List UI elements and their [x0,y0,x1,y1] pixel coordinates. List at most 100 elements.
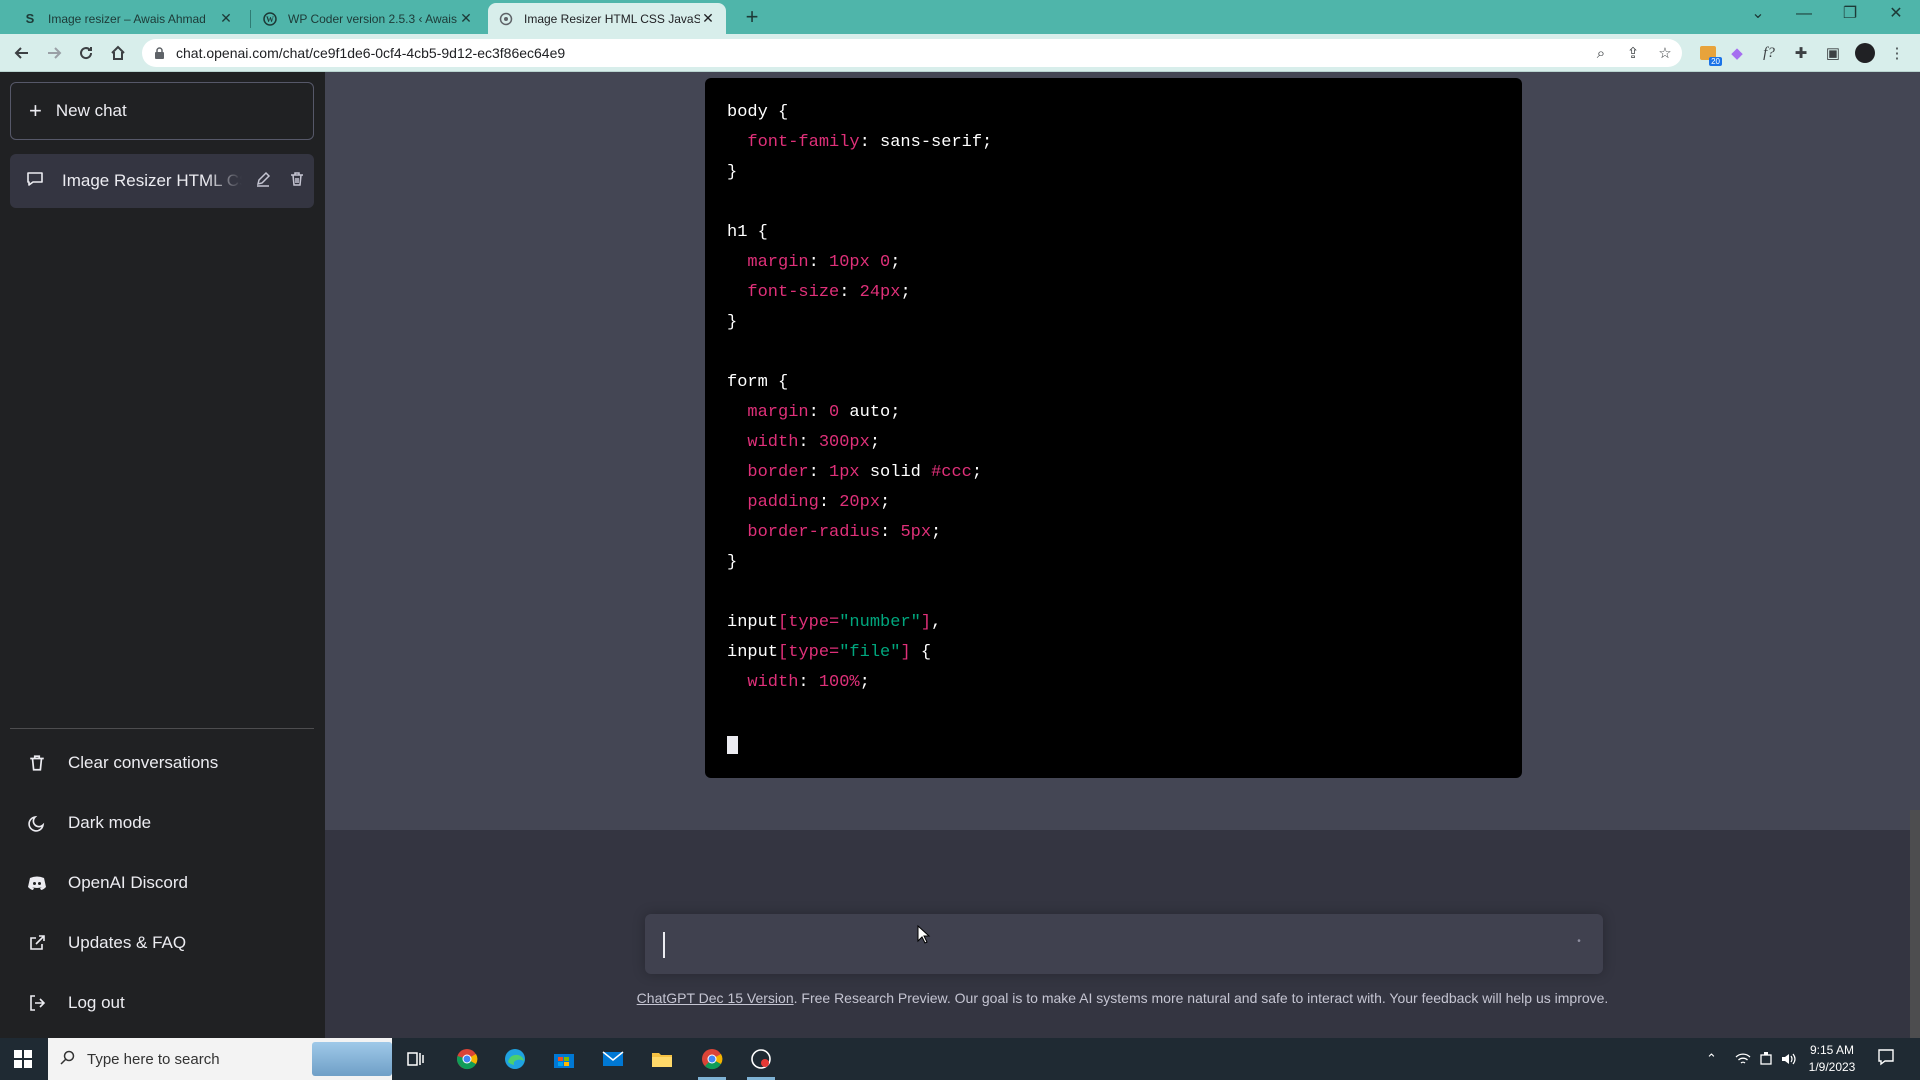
sidebar-divider [10,728,314,729]
code-line: width: 300px; [747,433,881,452]
dark-mode-button[interactable]: Dark mode [10,798,314,848]
chat-main: body { font-family: sans-serif; } h1 { m… [325,72,1920,1038]
chat-bubble-icon [26,170,44,193]
updates-faq-label: Updates & FAQ [68,933,187,952]
share-icon[interactable]: ⇪ [1622,42,1644,64]
extensions-puzzle-icon[interactable]: ✚ [1790,42,1812,64]
trash-icon [26,754,48,772]
tab-title: Image resizer – Awais Ahmad [48,11,206,26]
updates-faq-link[interactable]: Updates & FAQ [10,918,314,968]
browser-tab-strip: S Image resizer – Awais Ahmad ✕ W WP Cod… [0,0,1920,34]
zoom-icon[interactable]: ⌕ [1590,42,1612,64]
close-window-icon[interactable]: ✕ [1874,0,1918,30]
close-tab-icon[interactable]: ✕ [700,10,716,27]
profile-avatar-icon[interactable] [1854,42,1876,64]
log-out-button[interactable]: Log out [10,978,314,1028]
code-line: width: 100%; [747,673,870,692]
tray-chevron-icon[interactable]: ⌃ [1706,1038,1717,1080]
footer-text: . Free Research Preview. Our goal is to … [793,990,1609,1006]
task-view-icon[interactable] [392,1038,440,1080]
site-favicon-icon: S [25,11,35,26]
wordpress-icon: W [262,11,278,27]
screen-recorder-icon[interactable] [737,1038,785,1080]
taskbar-clock[interactable]: 9:15 AM 1/9/2023 [1804,1042,1860,1076]
close-tab-icon[interactable]: ✕ [458,10,474,27]
volume-icon[interactable] [1781,1038,1797,1080]
edge-icon[interactable] [491,1038,539,1080]
extension-gem-icon[interactable]: ◆ [1726,42,1748,64]
chat-title: Image Resizer HTML CSS JavaScript [62,171,242,190]
code-line: input[type="number"], [727,613,942,632]
new-chat-button[interactable]: + New chat [10,82,314,140]
code-line: input[type="file"] { [727,643,932,662]
code-block: body { font-family: sans-serif; } h1 { m… [705,78,1522,778]
clear-conversations-button[interactable]: Clear conversations [10,738,314,788]
code-line: } [727,313,738,332]
chat-history-item[interactable]: Image Resizer HTML CSS JavaScript [10,154,314,208]
browser-tab[interactable]: W WP Coder version 2.5.3 ‹ Awais A ✕ [252,3,484,34]
mouse-pointer-icon [917,924,931,950]
delete-icon[interactable] [284,171,310,192]
power-icon[interactable] [1758,1038,1774,1080]
chrome-icon[interactable] [443,1038,491,1080]
extension-badge-icon[interactable]: 20 [1697,42,1722,66]
svg-text:W: W [266,15,274,24]
close-tab-icon[interactable]: ✕ [218,10,234,27]
code-line: } [727,163,738,182]
send-icon[interactable]: • [1571,936,1587,952]
browser-menu-icon[interactable]: ⋮ [1886,42,1908,64]
code-line: h1 { [727,223,768,242]
code-line: padding: 20px; [747,493,891,512]
log-out-label: Log out [68,993,125,1012]
network-icon[interactable] [1735,1038,1751,1080]
address-bar[interactable]: chat.openai.com/chat/ce9f1de6-0cf4-4cb5-… [142,39,1682,67]
openai-discord-label: OpenAI Discord [68,873,188,892]
reload-icon[interactable] [72,39,100,67]
mail-icon[interactable] [589,1038,637,1080]
browser-tab[interactable]: S Image resizer – Awais Ahmad ✕ [12,3,244,34]
openai-discord-link[interactable]: OpenAI Discord [10,858,314,908]
new-tab-button[interactable]: + [738,3,766,31]
lock-icon [154,47,166,59]
code-line: margin: 10px 0; [747,253,901,272]
browser-tab-active[interactable]: Image Resizer HTML CSS JavaScr ✕ [488,3,726,34]
extension-badge-count: 20 [1709,57,1722,66]
version-link[interactable]: ChatGPT Dec 15 Version [637,990,794,1006]
microsoft-store-icon[interactable] [540,1038,588,1080]
browser-toolbar: chat.openai.com/chat/ce9f1de6-0cf4-4cb5-… [0,34,1920,72]
taskbar-search-box[interactable]: Type here to search [48,1038,392,1080]
home-icon[interactable] [104,39,132,67]
windows-start-icon[interactable] [0,1038,46,1080]
restore-icon[interactable]: ❐ [1828,0,1872,30]
chrome-active-icon[interactable] [688,1038,736,1080]
moon-icon [26,814,48,832]
code-line: font-size: 24px; [747,283,911,302]
tab-search-icon[interactable]: ⌄ [1736,0,1780,30]
minimize-icon[interactable]: — [1782,0,1826,30]
footer-note: ChatGPT Dec 15 Version. Free Research Pr… [325,990,1920,1006]
code-line: body { [727,103,789,122]
file-explorer-icon[interactable] [638,1038,686,1080]
forward-icon[interactable] [40,39,68,67]
code-line: border-radius: 5px; [747,523,942,542]
tab-title: Image Resizer HTML CSS JavaScr [524,11,700,26]
bookmark-star-icon[interactable]: ☆ [1654,42,1676,64]
clock-time: 9:15 AM [1809,1043,1855,1057]
message-input[interactable] [663,930,1543,958]
extension-formula-icon[interactable]: f? [1758,42,1780,64]
notifications-icon[interactable] [1876,1048,1896,1068]
side-panel-icon[interactable]: ▣ [1822,42,1844,64]
openai-icon [498,11,514,27]
discord-icon [26,875,48,891]
message-composer[interactable]: • [645,914,1603,974]
code-line: form { [727,373,789,392]
sidebar: + New chat Image Resizer HTML CSS JavaSc… [0,72,325,1038]
back-icon[interactable] [8,39,36,67]
edit-icon[interactable] [250,171,276,192]
streaming-cursor [727,728,1500,758]
windows-taskbar: Type here to search ⌃ 9:15 AM 1/9/2023 [0,1038,1920,1080]
search-icon [60,1050,75,1069]
